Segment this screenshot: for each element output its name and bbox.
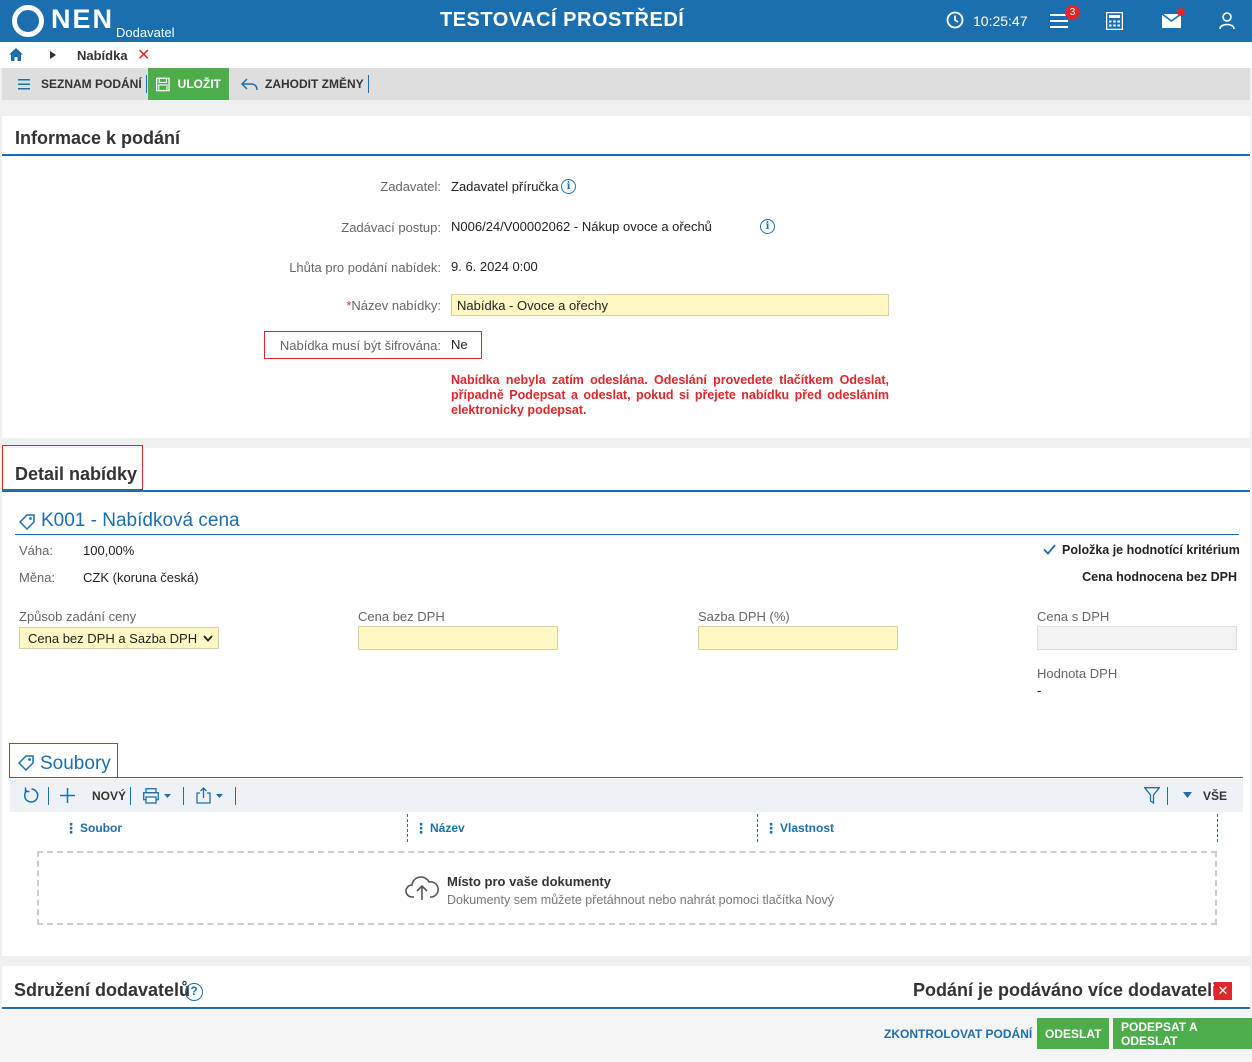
save-button[interactable]: ULOŽIT (148, 68, 229, 100)
environment-title: TESTOVACÍ PROSTŘEDÍ (440, 9, 685, 31)
notification-badge: 3 (1065, 5, 1080, 20)
list-submissions-label: SEZNAM PODÁNÍ (41, 77, 142, 91)
column-menu-icon[interactable]: ⋮ (64, 820, 78, 837)
clock-icon (946, 11, 964, 29)
price-mode-label: Způsob zadání ceny (19, 609, 137, 624)
logo-subtitle: Dodavatel (116, 25, 175, 40)
filter-icon[interactable] (1144, 787, 1160, 804)
not-sent-warning: Nabídka nebyla zatím odeslána. Odeslání … (451, 373, 889, 417)
encryption-value: Ne (451, 337, 468, 352)
chevron-down-icon (203, 635, 213, 642)
user-icon[interactable] (1219, 12, 1235, 29)
file-drop-zone[interactable]: Místo pro vaše dokumenty Dokumenty sem m… (37, 851, 1217, 925)
cloud-upload-icon (405, 876, 439, 900)
action-toolbar: SEZNAM PODÁNÍ ULOŽIT ZAHODIT ZMĚNY (2, 68, 1250, 100)
price-mode-value: Cena bez DPH a Sazba DPH (28, 631, 198, 646)
send-button[interactable]: ODESLAT (1037, 1018, 1110, 1049)
export-icon[interactable] (196, 787, 228, 804)
price-no-vat-input[interactable] (358, 626, 558, 650)
column-menu-icon[interactable]: ⋮ (414, 820, 428, 837)
check-icon (1043, 544, 1056, 555)
plus-icon[interactable] (60, 788, 75, 803)
mail-icon[interactable] (1162, 14, 1181, 28)
vat-value-label: Hodnota DPH (1037, 666, 1118, 681)
save-label: ULOŽIT (177, 77, 221, 91)
files-title: Soubory (40, 753, 111, 774)
footer-actions: ZKONTROLOVAT PODÁNÍ ODESLAT PODEPSAT A O… (0, 1010, 1252, 1062)
criterion-title: K001 - Nabídková cena (41, 510, 240, 531)
vat-value: - (1037, 683, 1042, 698)
procedure-info-icon[interactable]: i (760, 219, 775, 234)
vat-rate-label: Sazba DPH (%) (698, 609, 790, 624)
tag-icon (18, 514, 35, 531)
currency-label: Měna: (19, 570, 56, 585)
send-label: ODESLAT (1045, 1026, 1102, 1041)
multi-supplier-checkbox[interactable]: ✕ (1214, 982, 1232, 1000)
column-menu-icon[interactable]: ⋮ (764, 820, 778, 837)
column-file[interactable]: Soubor (80, 821, 122, 835)
new-file-button[interactable]: NOVÝ (92, 789, 126, 803)
logo-text: NEN (51, 4, 115, 34)
contracting-info-icon[interactable]: i (561, 179, 576, 194)
offer-name-label-text: Název nabídky: (351, 298, 441, 313)
offer-detail-title: Detail nabídky (15, 464, 138, 484)
supplier-association-panel: Sdružení dodavatelů ? Podání je podáváno… (2, 966, 1250, 1010)
drop-zone-title: Místo pro vaše dokumenty (447, 874, 611, 889)
contracting-authority-label: Zadavatel: (380, 179, 441, 194)
mail-unread-dot (1177, 8, 1185, 16)
encryption-label: Nabídka musí být šifrována: (279, 338, 441, 353)
floppy-disk-icon (156, 77, 170, 91)
logo-ring-icon (12, 5, 44, 37)
list-icon (18, 79, 30, 90)
undo-arrow-icon (241, 77, 258, 90)
submission-info-panel: Informace k podání Zadavatel: Zadavatel … (2, 116, 1250, 438)
files-tag-icon (17, 755, 34, 772)
price-with-vat-label: Cena s DPH (1037, 609, 1110, 624)
close-tab-icon[interactable]: ✕ (137, 45, 150, 65)
refresh-icon[interactable] (23, 787, 40, 804)
criterion-flag: Položka je hodnotící kritérium (1062, 543, 1240, 557)
files-grid-header: ⋮ Soubor ⋮ Název ⋮ Vlastnost (10, 812, 1243, 842)
nen-logo[interactable]: NEN Dodavatel (12, 4, 175, 40)
drop-zone-hint: Dokumenty sem můžete přetáhnout nebo nah… (447, 893, 835, 907)
list-submissions-button[interactable]: SEZNAM PODÁNÍ (18, 68, 147, 100)
submission-info-title: Informace k podání (15, 128, 181, 148)
weight-value: 100,00% (83, 543, 135, 558)
sign-and-send-label: PODEPSAT A ODESLAT (1121, 1019, 1198, 1048)
print-icon[interactable] (143, 788, 175, 804)
breadcrumb: Nabídka ✕ (0, 42, 1252, 68)
vat-rate-input[interactable] (698, 626, 898, 650)
deadline-value: 9. 6. 2024 0:00 (451, 259, 538, 274)
procedure-label: Zadávací postup: (341, 220, 441, 235)
offer-name-label: *Název nabídky: (182, 298, 441, 313)
check-submission-button[interactable]: ZKONTROLOVAT PODÁNÍ (884, 1027, 1032, 1041)
column-name[interactable]: Název (430, 821, 465, 835)
files-grid-toolbar: NOVÝ VŠE (10, 779, 1243, 812)
view-all-button[interactable]: VŠE (1203, 789, 1227, 803)
deadline-label: Lhůta pro podání nabídek: (289, 260, 441, 275)
offer-name-input[interactable]: Nabídka - Ovoce a ořechy (451, 294, 889, 316)
price-basis: Cena hodnocena bez DPH (1082, 570, 1237, 584)
breadcrumb-current[interactable]: Nabídka (77, 48, 128, 63)
home-icon[interactable] (9, 48, 23, 61)
caret-down-icon[interactable] (1183, 792, 1192, 798)
supplier-association-title: Sdružení dodavatelů (14, 980, 191, 1000)
currency-value: CZK (koruna česká) (83, 570, 199, 585)
column-property[interactable]: Vlastnost (780, 821, 834, 835)
multi-supplier-label: Podání je podáváno více dodavateli: (913, 980, 1224, 1000)
calculator-icon[interactable] (1106, 12, 1123, 30)
price-no-vat-label: Cena bez DPH (358, 609, 445, 624)
contracting-authority-value: Zadavatel příručka (451, 179, 559, 194)
sign-and-send-button[interactable]: PODEPSAT A ODESLAT (1113, 1018, 1252, 1049)
top-bar: NEN Dodavatel TESTOVACÍ PROSTŘEDÍ 10:25:… (0, 0, 1252, 42)
help-icon[interactable]: ? (185, 983, 203, 1001)
price-with-vat-field (1037, 626, 1237, 650)
chevron-right-icon (50, 51, 56, 59)
weight-label: Váha: (19, 543, 53, 558)
session-time: 10:25:47 (973, 13, 1028, 29)
price-mode-select[interactable]: Cena bez DPH a Sazba DPH (19, 627, 219, 649)
discard-changes-label: ZAHODIT ZMĚNY (265, 77, 364, 91)
procedure-value[interactable]: N006/24/V00002062 - Nákup ovoce a ořechů (451, 219, 712, 234)
discard-changes-button[interactable]: ZAHODIT ZMĚNY (241, 68, 369, 100)
